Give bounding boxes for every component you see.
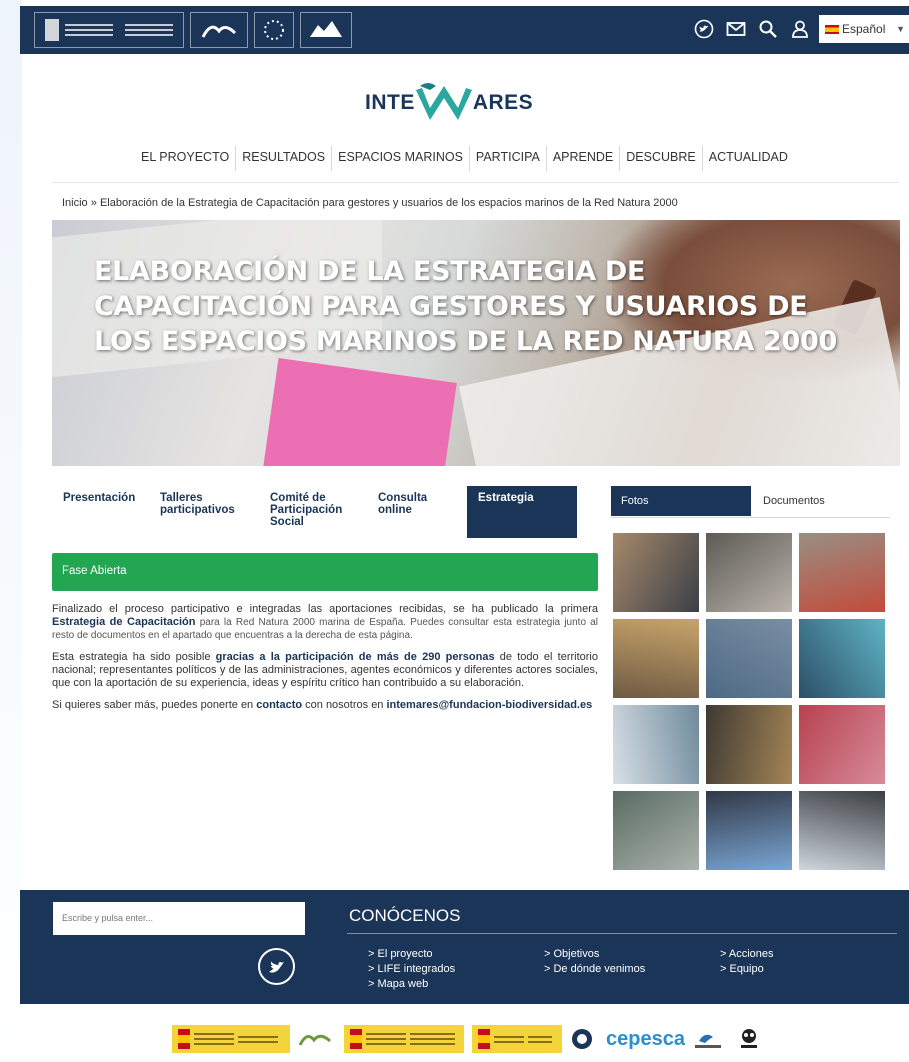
footer-twitter-icon[interactable] — [258, 948, 295, 985]
section-tabs: Presentación Talleres participativos Com… — [52, 486, 598, 538]
side-tabs: Fotos Documentos — [611, 486, 890, 518]
ministry-logo[interactable] — [34, 12, 184, 48]
footer-heading: CONÓCENOS — [349, 906, 461, 925]
gallery-photo[interactable] — [706, 533, 792, 612]
partner-logos: cepesca — [172, 1022, 765, 1056]
paragraph-2: Esta estrategia ha sido posible gracias … — [52, 651, 598, 689]
cepesca-logo[interactable]: cepesca — [606, 1025, 685, 1053]
wave-m-icon — [415, 83, 472, 120]
gallery-photo[interactable] — [706, 791, 792, 870]
breadcrumb-home[interactable]: Inicio — [62, 197, 88, 209]
ministry-partner-logo-3[interactable] — [472, 1025, 562, 1053]
footer-link-acciones[interactable]: > Acciones — [720, 947, 774, 962]
gallery-photo[interactable] — [613, 705, 699, 784]
nav-item-actualidad[interactable]: ACTUALIDAD — [703, 146, 794, 171]
language-label: Español — [842, 22, 886, 36]
natura-2000-logo[interactable] — [300, 12, 352, 48]
logo-text-left: INTE — [365, 91, 415, 114]
tab-fotos[interactable]: Fotos — [611, 486, 751, 516]
footer-link-life-integrados[interactable]: > LIFE integrados — [368, 962, 455, 977]
gallery-photo[interactable] — [799, 705, 885, 784]
fundacion-biodiversidad-partner-logo[interactable] — [298, 1025, 336, 1053]
nav-divider — [52, 182, 899, 183]
chevron-down-icon: ▼ — [896, 24, 905, 34]
tab-comite-participacion-social[interactable]: Comité de Participación Social — [259, 486, 367, 538]
tab-estrategia[interactable]: Estrategia — [467, 486, 577, 538]
footer-links-col-3: > Acciones > Equipo — [720, 947, 774, 977]
hero-banner: Elaboración de la Estrategia de Capacita… — [52, 220, 900, 466]
ministry-partner-logo-2[interactable] — [344, 1025, 464, 1053]
header-icons — [693, 18, 811, 40]
footer-link-objetivos[interactable]: > Objetivos — [544, 947, 645, 962]
footer-link-de-donde-venimos[interactable]: > De dónde venimos — [544, 962, 645, 977]
nav-item-espacios-marinos[interactable]: ESPACIOS MARINOS — [332, 146, 470, 171]
gallery-photo[interactable] — [799, 791, 885, 870]
tab-talleres-participativos[interactable]: Talleres participativos — [149, 486, 259, 538]
language-selector[interactable]: Español ▼ — [819, 15, 909, 43]
top-bar: Español ▼ — [20, 6, 909, 54]
contact-link[interactable]: contacto — [256, 699, 302, 711]
cepesca-text: cepesca — [606, 1027, 685, 1050]
seo-birdlife-logo[interactable] — [693, 1025, 729, 1053]
fundacion-biodiversidad-logo[interactable] — [190, 12, 248, 48]
gallery-photo[interactable] — [613, 619, 699, 698]
breadcrumb-current: Elaboración de la Estrategia de Capacita… — [99, 197, 678, 209]
tab-consulta-online[interactable]: Consulta online — [367, 486, 465, 538]
footer-links-col-1: > El proyecto > LIFE integrados > Mapa w… — [368, 947, 455, 992]
footer-link-el-proyecto[interactable]: > El proyecto — [368, 947, 455, 962]
partner-circle-logo[interactable] — [570, 1025, 598, 1053]
twitter-icon[interactable] — [693, 18, 715, 40]
gallery-photo[interactable] — [706, 705, 792, 784]
footer-divider — [347, 933, 897, 934]
gallery-photo[interactable] — [799, 533, 885, 612]
user-icon[interactable] — [789, 18, 811, 40]
footer-link-mapa-web[interactable]: > Mapa web — [368, 977, 455, 992]
email-link[interactable]: intemares@fundacion-biodiversidad.es — [386, 699, 592, 711]
breadcrumb-separator: » — [90, 197, 97, 209]
footer: Escribe y pulsa enter... CONÓCENOS > El … — [20, 890, 909, 1004]
gallery-photo[interactable] — [799, 619, 885, 698]
tab-documentos[interactable]: Documentos — [763, 486, 825, 516]
institutional-logos — [34, 12, 352, 48]
spain-flag-icon — [825, 24, 839, 34]
footer-links-col-2: > Objetivos > De dónde venimos — [544, 947, 645, 977]
wwf-logo[interactable] — [737, 1025, 765, 1053]
phase-status-bar: Fase Abierta — [52, 553, 598, 591]
photo-gallery — [613, 533, 885, 870]
footer-link-equipo[interactable]: > Equipo — [720, 962, 774, 977]
ministry-partner-logo[interactable] — [172, 1025, 290, 1053]
eu-logo[interactable] — [254, 12, 294, 48]
paragraph-1: Finalizado el proceso participativo e in… — [52, 603, 599, 641]
paragraph-3: Si quieres saber más, puedes ponerte en … — [52, 699, 593, 711]
search-icon[interactable] — [757, 18, 779, 40]
footer-search-input[interactable]: Escribe y pulsa enter... — [53, 902, 305, 935]
gallery-photo[interactable] — [613, 533, 699, 612]
nav-item-el-proyecto[interactable]: EL PROYECTO — [135, 146, 237, 171]
nav-item-aprende[interactable]: APRENDE — [547, 146, 621, 171]
logo-text-right: ARES — [472, 91, 534, 114]
intemares-logo[interactable]: INTE ARES — [365, 80, 533, 126]
page-background — [0, 0, 22, 1062]
breadcrumb: Inicio » Elaboración de la Estrategia de… — [62, 197, 678, 209]
gallery-photo[interactable] — [613, 791, 699, 870]
main-nav: EL PROYECTO RESULTADOS ESPACIOS MARINOS … — [135, 146, 794, 171]
nav-item-resultados[interactable]: RESULTADOS — [236, 146, 333, 171]
page-title: Elaboración de la Estrategia de Capacita… — [94, 256, 837, 357]
gallery-photo[interactable] — [706, 619, 792, 698]
nav-item-descubre[interactable]: DESCUBRE — [620, 146, 703, 171]
main-content: Finalizado el proceso participativo e in… — [52, 603, 598, 721]
nav-item-participa[interactable]: PARTICIPA — [470, 146, 547, 171]
tab-presentacion[interactable]: Presentación — [52, 486, 149, 538]
mail-icon[interactable] — [725, 18, 747, 40]
